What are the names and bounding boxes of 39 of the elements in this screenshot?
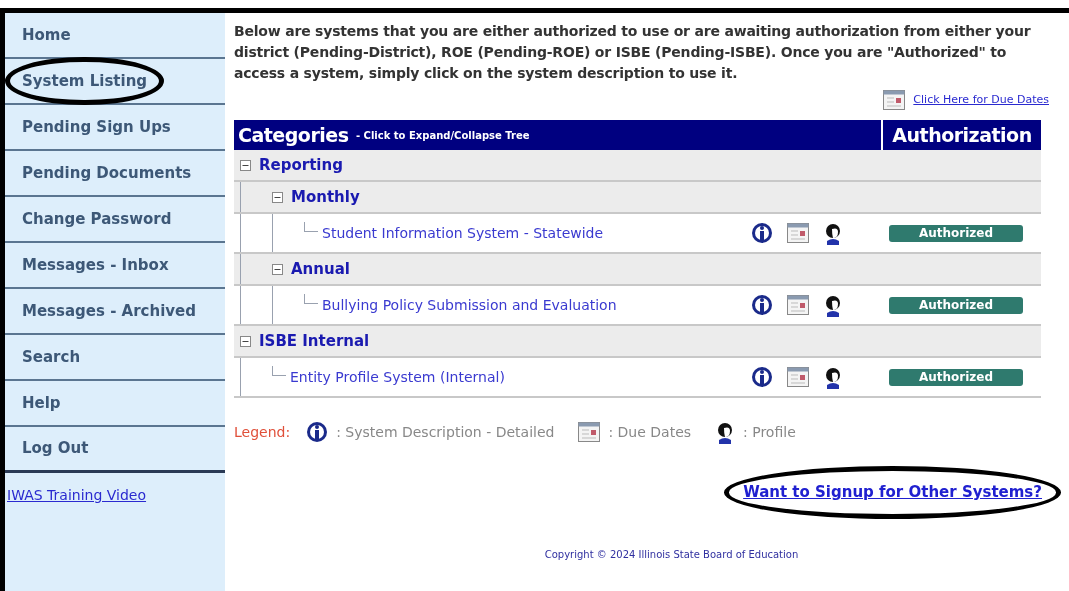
- column-header: Authorization: [892, 122, 1032, 148]
- legend-text: : Due Dates: [608, 422, 692, 442]
- intro-text: Below are systems that you are either authorized to use or are awaiting authorization from either your district (Pending-District), ROE (Pending-ROE) or ISBE (Pending-ISBE). Once you are "Authorized" to access a system, simply click on the system description to use it.: [234, 22, 1032, 83]
- info-icon[interactable]: [306, 421, 329, 443]
- category-label[interactable]: ISBE Internal: [259, 329, 370, 353]
- collapse-icon[interactable]: [240, 159, 251, 171]
- system-link[interactable]: Entity Profile System (Internal): [290, 366, 505, 388]
- nav-link[interactable]: System Listing: [5, 56, 165, 106]
- copyright-text: Copyright © 2024 Illinois State Board of Education: [544, 547, 799, 562]
- person-icon[interactable]: [823, 221, 843, 245]
- training-video-link[interactable]: IWAS Training Video: [7, 485, 147, 506]
- status-badge: Authorized: [889, 296, 1023, 314]
- collapse-icon[interactable]: [240, 335, 251, 347]
- calendar-icon[interactable]: [787, 367, 809, 387]
- calendar-icon[interactable]: [883, 90, 906, 110]
- calendar-icon[interactable]: [578, 422, 601, 442]
- category-label[interactable]: Monthly: [291, 185, 360, 209]
- legend-title: Legend:: [234, 422, 291, 442]
- legend-text: : Profile: [743, 422, 796, 442]
- info-icon[interactable]: [751, 366, 773, 388]
- calendar-icon[interactable]: [787, 223, 809, 243]
- status-badge: Authorized: [889, 224, 1023, 242]
- collapse-icon[interactable]: [272, 191, 283, 203]
- column-header: Categories: [238, 122, 349, 148]
- info-icon[interactable]: [751, 222, 773, 244]
- signup-link[interactable]: Want to Signup for Other Systems?: [724, 466, 1061, 519]
- due-dates-link[interactable]: Click Here for Due Dates: [913, 91, 1049, 109]
- legend-text: : System Description - Detailed: [336, 422, 555, 442]
- info-icon[interactable]: [751, 294, 773, 316]
- person-icon[interactable]: [823, 293, 843, 317]
- calendar-icon[interactable]: [787, 295, 809, 315]
- system-link[interactable]: Bullying Policy Submission and Evaluation: [322, 294, 617, 316]
- category-label[interactable]: Annual: [291, 257, 350, 281]
- category-label[interactable]: Reporting: [259, 153, 343, 177]
- person-icon[interactable]: [823, 365, 843, 389]
- collapse-icon[interactable]: [272, 263, 283, 275]
- system-link[interactable]: Student Information System - Statewide: [322, 222, 604, 244]
- status-badge: Authorized: [889, 368, 1023, 386]
- column-hint: - Click to Expand/Collapse Tree: [354, 128, 530, 143]
